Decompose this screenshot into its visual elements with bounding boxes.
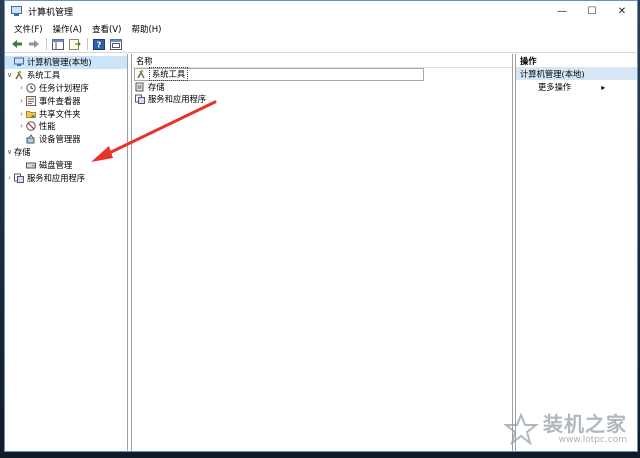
services-icon [135, 94, 145, 105]
services-icon [14, 173, 24, 183]
list-item[interactable]: 存储 [132, 81, 512, 94]
computer-management-icon [11, 5, 23, 17]
menu-file[interactable]: 文件(F) [9, 23, 48, 35]
content-panes: 计算机管理(本地) ∨ 系统工具 › 任务计划程序 › 事件查看器 › 共享文件… [5, 54, 637, 451]
computer-management-window: 计算机管理 — ☐ ✕ 文件(F) 操作(A) 查看(V) 帮助(H) ? 计算… [4, 0, 638, 452]
chevron-right-icon[interactable]: › [17, 110, 26, 118]
event-viewer-icon [26, 95, 36, 106]
watermark: 装机之家 www.lotpc.com [503, 413, 627, 445]
tree-item-shared-folders[interactable]: › 共享文件夹 [5, 107, 127, 120]
menu-view[interactable]: 查看(V) [87, 23, 126, 35]
tree-item-label: 计算机管理(本地) [27, 57, 92, 68]
close-button[interactable]: ✕ [607, 1, 637, 21]
export-list-button[interactable] [67, 38, 82, 51]
tree-item-disk-management[interactable]: 磁盘管理 [5, 158, 127, 171]
menu-action[interactable]: 操作(A) [48, 23, 87, 35]
title-bar[interactable]: 计算机管理 — ☐ ✕ [5, 1, 637, 21]
tree-item-label: 系统工具 [27, 70, 61, 81]
actions-section-computer-management[interactable]: 计算机管理(本地) [516, 67, 637, 80]
tree-item-label: 事件查看器 [39, 95, 81, 106]
properties-icon [109, 38, 122, 50]
list-item-label: 系统工具 [149, 67, 189, 82]
list-item-label: 服务和应用程序 [148, 94, 207, 105]
chevron-right-icon[interactable]: › [17, 97, 26, 105]
chevron-right-icon: ▸ [601, 82, 606, 92]
chevron-right-icon[interactable]: › [17, 84, 26, 92]
toolbar-separator [87, 38, 88, 50]
export-icon [68, 38, 81, 50]
window-title: 计算机管理 [28, 7, 74, 18]
tree-item-label: 共享文件夹 [39, 108, 81, 119]
list-item-label: 存储 [148, 81, 165, 92]
help-icon: ? [92, 38, 105, 50]
list-item[interactable]: 服务和应用程序 [132, 93, 512, 106]
tree-item-device-manager[interactable]: 设备管理器 [5, 133, 127, 146]
properties-button[interactable] [108, 38, 123, 51]
console-tree-icon [51, 38, 64, 50]
show-hide-tree-button[interactable] [50, 38, 65, 51]
disk-icon [26, 160, 36, 170]
tree-item-performance[interactable]: › 性能 [5, 120, 127, 133]
minimize-button[interactable]: — [547, 1, 577, 21]
tree-item-storage[interactable]: ∨ 存储 [5, 146, 127, 159]
shared-folder-icon [26, 109, 36, 119]
toolbar-separator [46, 38, 47, 50]
forward-arrow-icon [28, 40, 39, 48]
clock-icon [26, 83, 36, 93]
more-actions-label: 更多操作 [538, 82, 572, 92]
watermark-url: www.lotpc.com [558, 435, 627, 445]
svg-text:?: ? [96, 40, 101, 49]
list-item[interactable]: 系统工具 [134, 67, 424, 82]
chevron-down-icon[interactable]: ∨ [5, 148, 14, 156]
back-button[interactable] [9, 38, 24, 51]
tree-item-label: 磁盘管理 [39, 159, 73, 170]
tools-icon [136, 69, 146, 79]
tree-item-label: 设备管理器 [39, 134, 81, 145]
help-button[interactable]: ? [91, 38, 106, 51]
actions-pane: 操作 计算机管理(本地) 更多操作 ▸ [515, 54, 637, 451]
chevron-right-icon[interactable]: › [5, 174, 14, 182]
toolbar: ? [5, 36, 637, 53]
device-manager-icon [26, 134, 36, 144]
results-pane: 名称 系统工具 存储 服务和应用程序 [131, 54, 513, 451]
tree-item-label: 存储 [14, 146, 31, 157]
chevron-right-icon[interactable]: › [17, 122, 26, 130]
column-header-name[interactable]: 名称 [132, 54, 512, 68]
window-controls: — ☐ ✕ [547, 1, 637, 21]
star-logo-icon [503, 413, 539, 445]
tree-item-services-apps[interactable]: › 服务和应用程序 [5, 171, 127, 184]
tree-item-system-tools[interactable]: ∨ 系统工具 [5, 69, 127, 82]
forward-button[interactable] [26, 38, 41, 51]
tree-item-label: 服务和应用程序 [27, 172, 86, 183]
menu-help[interactable]: 帮助(H) [126, 23, 166, 35]
tree-item-event-viewer[interactable]: › 事件查看器 [5, 94, 127, 107]
tree-item-root[interactable]: 计算机管理(本地) [5, 56, 127, 69]
more-actions-link[interactable]: 更多操作 ▸ [516, 80, 637, 94]
tree-item-label: 任务计划程序 [39, 82, 89, 93]
tree-item-task-scheduler[interactable]: › 任务计划程序 [5, 82, 127, 95]
actions-header: 操作 [520, 55, 537, 66]
maximize-button[interactable]: ☐ [577, 1, 607, 21]
computer-management-icon [14, 57, 24, 67]
watermark-title: 装机之家 [543, 412, 627, 436]
performance-icon [26, 121, 36, 132]
menu-bar: 文件(F) 操作(A) 查看(V) 帮助(H) [5, 21, 637, 36]
chevron-down-icon[interactable]: ∨ [5, 71, 14, 79]
tools-icon [14, 70, 24, 80]
storage-icon [135, 82, 145, 92]
back-arrow-icon [11, 40, 22, 48]
tree-item-label: 性能 [39, 121, 56, 132]
console-tree-pane: 计算机管理(本地) ∨ 系统工具 › 任务计划程序 › 事件查看器 › 共享文件… [5, 54, 128, 451]
